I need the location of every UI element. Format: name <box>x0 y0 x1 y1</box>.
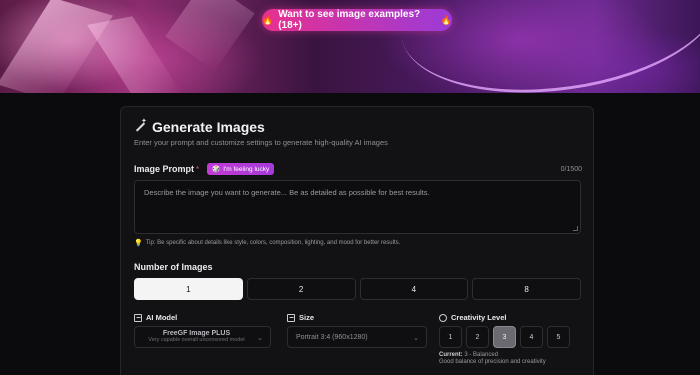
ai-model-description: Very capable overall uncensored model <box>148 337 245 344</box>
image-icon <box>287 313 295 322</box>
prompt-tip: 💡 Tip: Be specific about details like st… <box>134 239 400 247</box>
prompt-label-row: Image Prompt * 🎲 I'm feeling lucky 0/150… <box>134 163 582 175</box>
image-count-option-8[interactable]: 8 <box>472 278 581 300</box>
fire-icon: 🔥 <box>262 14 274 25</box>
image-icon <box>134 313 142 322</box>
feeling-lucky-button[interactable]: 🎲 I'm feeling lucky <box>207 163 275 175</box>
size-value: Portrait 3:4 (960x1280) <box>296 333 368 341</box>
creativity-option-3[interactable]: 3 <box>493 326 516 348</box>
ai-model-select[interactable]: FreeGF Image PLUS Very capable overall u… <box>134 326 271 348</box>
creativity-current-value: 3 - Balanced <box>464 352 499 358</box>
creativity-current-label: Current: <box>439 352 463 358</box>
image-count-option-1[interactable]: 1 <box>134 278 243 300</box>
creativity-description: Good balance of precision and creativity <box>439 359 546 365</box>
creativity-option-5[interactable]: 5 <box>547 326 570 348</box>
page-title: Generate Images <box>152 119 265 135</box>
size-label: Size <box>299 313 315 322</box>
generate-images-card: Generate Images Enter your prompt and cu… <box>120 106 594 375</box>
character-counter: 0/1500 <box>560 165 582 173</box>
ai-model-section: AI Model FreeGF Image PLUS Very capable … <box>134 313 271 348</box>
ai-model-label-row: AI Model <box>134 313 271 322</box>
creativity-option-2[interactable]: 2 <box>466 326 489 348</box>
creativity-section: Creativity Level 1 2 3 4 5 Current: 3 - … <box>439 313 570 365</box>
number-of-images-label: Number of Images <box>134 262 213 272</box>
chevron-down-icon: ⌄ <box>257 335 263 342</box>
image-examples-button[interactable]: 🔥 Want to see image examples? (18+) 🔥 <box>262 9 452 31</box>
page-subtitle: Enter your prompt and customize settings… <box>134 138 388 147</box>
prompt-placeholder: Describe the image you want to generate.… <box>144 188 430 197</box>
lightbulb-icon: 💡 <box>134 240 143 247</box>
ai-model-label: AI Model <box>146 313 178 322</box>
creativity-selector: 1 2 3 4 5 <box>439 326 570 348</box>
required-mark: * <box>196 164 200 174</box>
creativity-current: Current: 3 - Balanced <box>439 352 570 358</box>
image-count-option-2[interactable]: 2 <box>246 278 356 300</box>
prompt-label: Image Prompt <box>134 164 195 174</box>
palette-icon <box>439 313 447 322</box>
magic-wand-icon <box>134 117 147 133</box>
creativity-label-row: Creativity Level <box>439 313 570 322</box>
creativity-option-1[interactable]: 1 <box>439 326 462 348</box>
size-select[interactable]: Portrait 3:4 (960x1280) ⌄ <box>287 326 427 348</box>
crystal-shard <box>165 0 255 71</box>
chevron-down-icon: ⌄ <box>413 335 419 342</box>
prompt-input[interactable]: Describe the image you want to generate.… <box>134 180 581 234</box>
size-section: Size Portrait 3:4 (960x1280) ⌄ <box>287 313 427 348</box>
size-label-row: Size <box>287 313 427 322</box>
dice-icon: 🎲 <box>212 166 221 173</box>
creativity-option-4[interactable]: 4 <box>520 326 543 348</box>
fire-icon: 🔥 <box>440 14 452 25</box>
image-examples-label: Want to see image examples? (18+) <box>278 9 421 31</box>
tip-text: Tip: Be specific about details like styl… <box>145 240 401 246</box>
creativity-label: Creativity Level <box>451 313 507 322</box>
image-count-option-4[interactable]: 4 <box>359 278 469 300</box>
hero-banner: 🔥 Want to see image examples? (18+) 🔥 <box>0 0 700 93</box>
ai-model-name: FreeGF Image PLUS <box>162 330 231 338</box>
feeling-lucky-label: I'm feeling lucky <box>223 165 270 173</box>
number-of-images-selector: 1 2 4 8 <box>134 278 581 300</box>
card-header: Generate Images <box>134 117 265 135</box>
resize-handle[interactable] <box>573 226 578 231</box>
crystal-shard <box>0 0 113 93</box>
crystal-shard <box>87 16 183 93</box>
